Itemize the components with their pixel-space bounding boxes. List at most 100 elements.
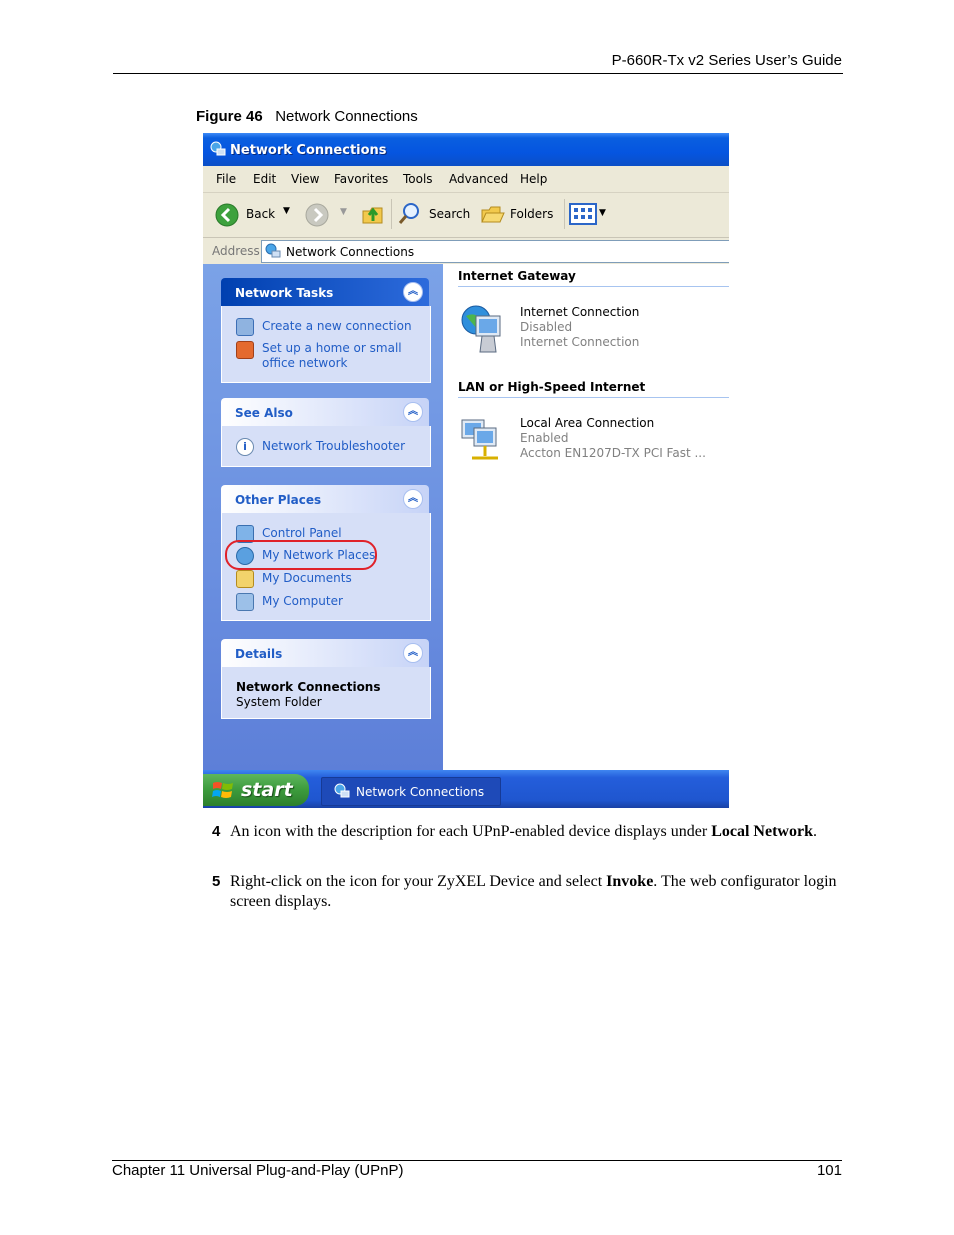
taskbar-network-connections-button[interactable]: Network Connections [321,777,501,806]
step-text-part: Right-click on the icon for your ZyXEL D… [230,873,607,890]
back-button[interactable]: Back ▼ [213,201,293,227]
taskbar: start Network Connections [203,770,729,808]
back-label: Back [246,207,276,221]
details-name: Network Connections [236,680,381,694]
other-places-header[interactable]: Other Places ︽ [221,485,429,513]
menu-favorites[interactable]: Favorites [334,172,388,186]
local-area-connection-status: Enabled [520,431,569,445]
taskbar-button-label: Network Connections [356,785,485,799]
toolbar: Back ▼ ▼ Search Folders ▼ [203,193,729,238]
local-area-connection-icon [461,419,498,460]
window-title: Network Connections [230,143,387,158]
step-emphasis: Local Network [711,823,813,840]
views-dropdown-icon: ▼ [599,208,606,218]
address-value: Network Connections [286,245,415,259]
footer-page-number: 101 [816,1162,842,1179]
search-icon [398,203,419,224]
header-rule [113,73,843,74]
collapse-chevron-icon[interactable]: ︽ [403,643,423,663]
menu-help[interactable]: Help [520,172,547,186]
internet-gateway-heading: Internet Gateway [458,269,576,283]
new-connection-icon [236,318,254,336]
toolbar-separator [391,199,392,229]
my-documents-icon [236,570,254,588]
my-computer-icon [236,593,254,611]
section-divider [458,397,729,398]
folders-label: Folders [510,207,554,221]
local-area-connection-item[interactable]: Local Area Connection Enabled Accton EN1… [458,410,718,470]
footer-chapter: Chapter 11 Universal Plug-and-Play (UPnP… [112,1162,404,1179]
network-connections-icon [210,141,226,156]
step-number: 4 [212,823,221,840]
task-setup-home-network[interactable]: Set up a home or small [262,341,402,355]
menu-file[interactable]: File [216,172,236,186]
menu-advanced[interactable]: Advanced [449,172,508,186]
footer-rule [112,1160,842,1161]
step-5: 5 Right-click on the icon for your ZyXEL… [212,872,842,912]
see-also-panel: i Network Troubleshooter [221,426,431,467]
step-text-part: An icon with the description for each UP… [230,823,712,840]
network-tasks-header[interactable]: Network Tasks ︽ [221,278,429,306]
title-bar: Network Connections [203,133,729,166]
forward-arrow-icon[interactable] [305,203,329,227]
lan-heading: LAN or High-Speed Internet [458,380,646,394]
collapse-chevron-icon[interactable]: ︽ [403,282,423,302]
local-area-connection-name: Local Area Connection [520,416,655,430]
toolbar-separator [564,199,565,229]
see-also-header[interactable]: See Also ︽ [221,398,429,426]
network-tasks-title: Network Tasks [235,286,334,300]
address-label: Address [212,244,260,258]
section-divider [458,286,729,287]
collapse-chevron-icon[interactable]: ︽ [403,402,423,422]
views-icon [569,203,597,225]
up-folder-icon[interactable] [360,201,386,227]
place-my-documents[interactable]: My Documents [262,571,352,585]
collapse-chevron-icon[interactable]: ︽ [403,489,423,509]
see-also-title: See Also [235,406,293,420]
step-text: Right-click on the icon for your ZyXEL D… [230,872,842,912]
network-tasks-panel: Create a new connection Set up a home or… [221,306,431,383]
content-pane: Internet Gateway Internet Connection Dis… [443,264,729,770]
step-4: 4 An icon with the description for each … [212,822,842,842]
other-places-title: Other Places [235,493,322,507]
internet-connection-status: Disabled [520,320,573,334]
task-setup-home-network-line2[interactable]: office network [262,356,347,370]
home-network-icon [236,341,254,359]
address-field[interactable]: Network Connections [261,240,729,263]
internet-connection-type: Internet Connection [520,335,640,349]
figure-title: Network Connections [275,108,418,125]
menu-edit[interactable]: Edit [253,172,276,186]
internet-connection-item[interactable]: Internet Connection Disabled Internet Co… [458,299,718,359]
highlight-annotation [225,540,377,570]
menu-tools[interactable]: Tools [403,172,433,186]
internet-connection-icon [461,305,501,353]
search-button[interactable]: Search [397,201,472,227]
task-pane: Network Tasks ︽ Create a new connection … [203,264,443,770]
step-text: An icon with the description for each UP… [230,822,842,842]
network-connections-window: Network Connections File Edit View Favor… [203,133,729,808]
start-label: start [241,779,293,801]
forward-dropdown-icon[interactable]: ▼ [340,207,347,217]
details-panel: Network Connections System Folder [221,667,431,719]
internet-connection-name: Internet Connection [520,305,640,319]
search-label: Search [429,207,471,221]
details-header[interactable]: Details ︽ [221,639,429,667]
task-create-connection[interactable]: Create a new connection [262,319,412,333]
figure-label: Figure 46 [196,108,263,125]
place-control-panel[interactable]: Control Panel [262,526,342,540]
details-title: Details [235,647,283,661]
step-number: 5 [212,873,221,890]
network-connections-icon [265,243,281,258]
step-emphasis: Invoke [606,873,654,890]
start-button[interactable]: start [203,774,309,806]
place-my-computer[interactable]: My Computer [262,594,343,608]
dropdown-arrow-icon[interactable]: ▼ [283,206,290,216]
address-bar: Address Network Connections [203,238,729,264]
folders-button[interactable]: Folders [480,201,560,227]
menu-view[interactable]: View [291,172,319,186]
back-arrow-icon [215,203,239,227]
info-icon: i [236,438,254,456]
task-network-troubleshooter[interactable]: Network Troubleshooter [262,439,405,453]
folders-icon [481,206,505,223]
views-button[interactable]: ▼ [569,203,611,227]
